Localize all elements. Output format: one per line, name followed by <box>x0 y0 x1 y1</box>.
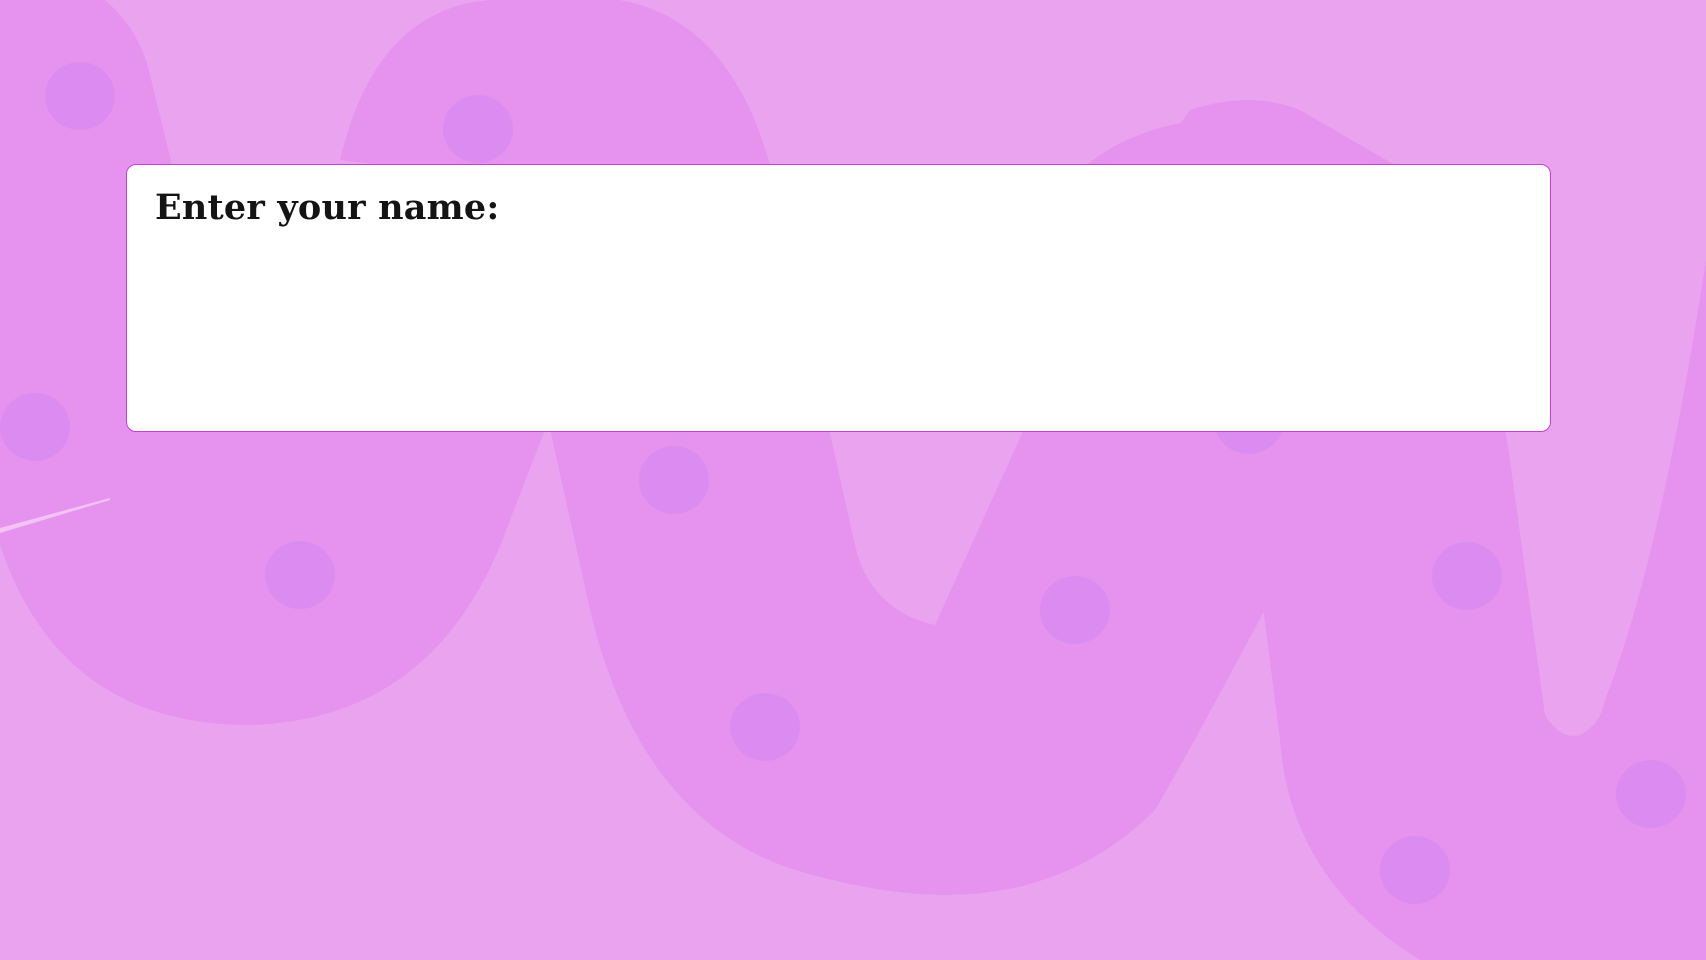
background-dot <box>0 393 70 461</box>
name-prompt-label: Enter your name: <box>155 187 500 228</box>
background-dot <box>1380 836 1450 904</box>
background-dot <box>45 62 115 130</box>
background-dot <box>730 693 800 761</box>
background-dot <box>639 446 709 514</box>
game-screen: Enter your name: <box>0 0 1706 960</box>
background-dot <box>1432 542 1502 610</box>
background-dot <box>443 95 513 163</box>
background-dot <box>1616 760 1686 828</box>
background-pattern <box>0 0 1706 960</box>
background-dot <box>265 541 335 609</box>
name-entry-panel: Enter your name: <box>126 164 1551 432</box>
name-input[interactable] <box>155 243 1515 393</box>
background-dot <box>1040 576 1110 644</box>
